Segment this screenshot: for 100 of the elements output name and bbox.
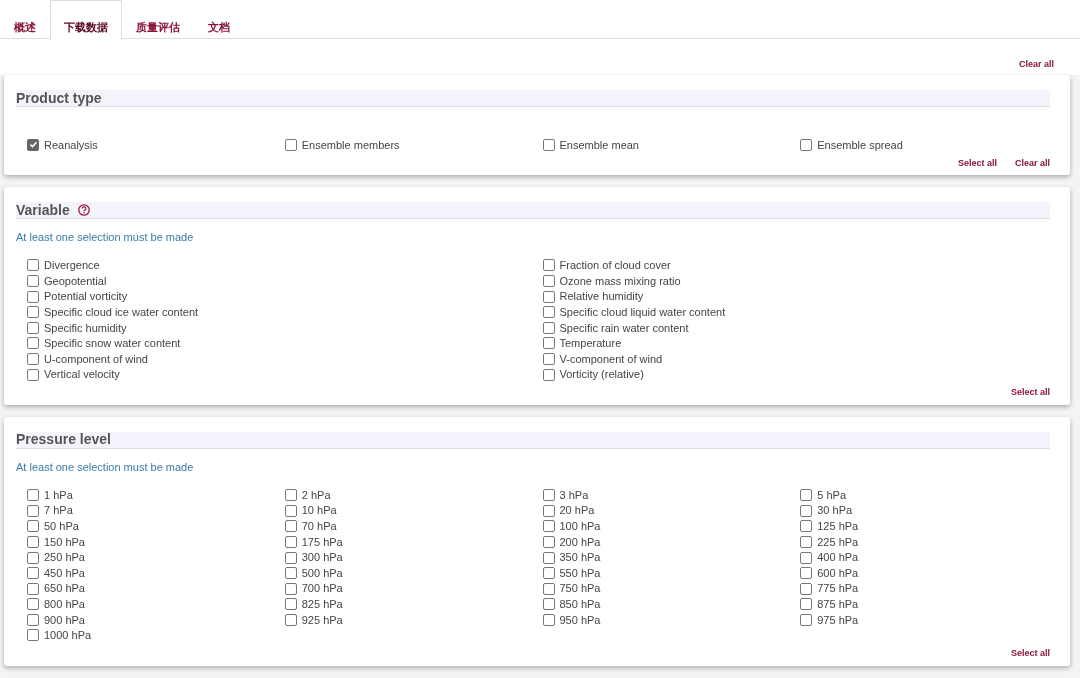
option-label[interactable]: 50 hPa	[44, 518, 79, 535]
checkbox[interactable]	[800, 551, 813, 564]
checkbox[interactable]	[542, 551, 555, 564]
option-label[interactable]: 400 hPa	[817, 549, 859, 566]
checkbox[interactable]	[284, 489, 297, 502]
option-label[interactable]: 2 hPa	[301, 486, 331, 504]
checkbox[interactable]	[27, 520, 39, 533]
option-label[interactable]: 900 hPa	[44, 611, 85, 629]
option-label[interactable]: Potential vorticity	[44, 288, 128, 305]
option-label[interactable]: 175 hPa	[301, 533, 343, 551]
option-label[interactable]: 20 hPa	[559, 502, 595, 519]
checkbox[interactable]	[27, 582, 39, 595]
clear-all-link[interactable]: Clear all	[1018, 59, 1054, 69]
checkbox[interactable]	[542, 520, 555, 533]
option-label[interactable]: 3 hPa	[559, 486, 589, 504]
option-label[interactable]: 700 hPa	[301, 580, 343, 597]
checkbox[interactable]	[284, 520, 297, 533]
tab[interactable]: 质量评估	[122, 0, 194, 39]
checkbox[interactable]	[542, 535, 555, 548]
option-label[interactable]: 150 hPa	[44, 533, 85, 551]
checkbox[interactable]	[542, 504, 555, 517]
checkbox[interactable]	[27, 567, 39, 580]
option-label[interactable]: 200 hPa	[559, 533, 601, 551]
option-label[interactable]: 825 hPa	[301, 596, 343, 613]
option-label[interactable]: Vertical velocity	[44, 366, 120, 383]
checkbox[interactable]	[27, 368, 39, 381]
option-label[interactable]: Reanalysis	[44, 136, 98, 154]
checkbox[interactable]	[800, 598, 813, 611]
checkbox[interactable]	[284, 613, 297, 626]
option-label[interactable]: 875 hPa	[817, 596, 859, 613]
select-all-link[interactable]: Select all	[957, 156, 997, 171]
option-label[interactable]: 300 hPa	[301, 549, 343, 566]
checkbox[interactable]	[284, 535, 297, 548]
help-icon[interactable]	[77, 204, 90, 217]
option-label[interactable]: Specific snow water content	[44, 335, 181, 352]
option-label[interactable]: Specific cloud ice water content	[44, 303, 199, 321]
option-label[interactable]: Temperature	[559, 335, 622, 352]
option-label[interactable]: Specific cloud liquid water content	[559, 303, 726, 321]
option-label[interactable]: Divergence	[44, 257, 100, 274]
checkbox[interactable]	[800, 504, 813, 517]
checkbox[interactable]	[800, 520, 813, 533]
tab[interactable]: 下载数据	[50, 0, 122, 40]
option-label[interactable]: Relative humidity	[559, 288, 644, 305]
option-label[interactable]: Fraction of cloud cover	[559, 257, 671, 274]
checkbox[interactable]	[800, 535, 813, 548]
option-label[interactable]: Specific rain water content	[559, 319, 689, 336]
checkbox[interactable]	[800, 567, 813, 580]
checkbox[interactable]	[284, 138, 297, 151]
tab[interactable]: 文档	[194, 0, 244, 39]
option-label[interactable]: 350 hPa	[559, 549, 601, 566]
checkbox[interactable]	[27, 613, 39, 626]
checkbox[interactable]	[800, 138, 813, 151]
checkbox[interactable]	[284, 504, 297, 517]
option-label[interactable]: 850 hPa	[559, 596, 601, 613]
option-label[interactable]: 5 hPa	[817, 486, 846, 504]
checkbox[interactable]	[542, 290, 555, 303]
option-label[interactable]: U-component of wind	[44, 350, 148, 368]
select-all-link[interactable]: Select all	[1010, 386, 1050, 400]
option-label[interactable]: Ozone mass mixing ratio	[559, 272, 681, 290]
checkbox[interactable]	[27, 138, 39, 151]
checkbox[interactable]	[27, 489, 39, 502]
checkbox[interactable]	[27, 504, 39, 517]
checkbox[interactable]	[542, 567, 555, 580]
option-label[interactable]: 250 hPa	[44, 549, 85, 566]
checkbox[interactable]	[284, 567, 297, 580]
option-label[interactable]: Specific humidity	[44, 319, 127, 336]
option-label[interactable]: 1000 hPa	[44, 627, 92, 644]
checkbox[interactable]	[800, 613, 813, 626]
checkbox[interactable]	[800, 582, 813, 595]
select-all-link[interactable]: Select all	[1010, 647, 1050, 661]
option-label[interactable]: 30 hPa	[817, 502, 853, 519]
checkbox[interactable]	[27, 535, 39, 548]
option-label[interactable]: 125 hPa	[817, 518, 859, 535]
checkbox[interactable]	[542, 138, 555, 151]
checkbox[interactable]	[27, 306, 39, 319]
option-label[interactable]: 975 hPa	[817, 611, 859, 629]
option-label[interactable]: 100 hPa	[559, 518, 601, 535]
option-label[interactable]: 7 hPa	[44, 502, 73, 519]
checkbox[interactable]	[27, 598, 39, 611]
option-label[interactable]: Geopotential	[44, 272, 107, 290]
checkbox[interactable]	[542, 489, 555, 502]
checkbox[interactable]	[542, 598, 555, 611]
checkbox[interactable]	[27, 290, 39, 303]
checkbox[interactable]	[27, 275, 39, 287]
checkbox[interactable]	[27, 337, 39, 350]
checkbox[interactable]	[284, 582, 297, 595]
option-label[interactable]: 225 hPa	[817, 533, 859, 551]
option-label[interactable]: 550 hPa	[559, 564, 601, 582]
option-label[interactable]: Vorticity (relative)	[559, 366, 644, 383]
checkbox[interactable]	[542, 259, 555, 272]
checkbox[interactable]	[284, 551, 297, 564]
tab[interactable]: 概述	[0, 0, 50, 39]
checkbox[interactable]	[542, 321, 555, 334]
option-label[interactable]: 10 hPa	[301, 502, 337, 519]
clear-all-link[interactable]: Clear all	[1014, 156, 1050, 171]
checkbox[interactable]	[27, 259, 39, 272]
option-label[interactable]: 70 hPa	[301, 518, 337, 535]
checkbox[interactable]	[27, 551, 39, 564]
checkbox[interactable]	[800, 489, 813, 502]
option-label[interactable]: V-component of wind	[559, 350, 663, 368]
